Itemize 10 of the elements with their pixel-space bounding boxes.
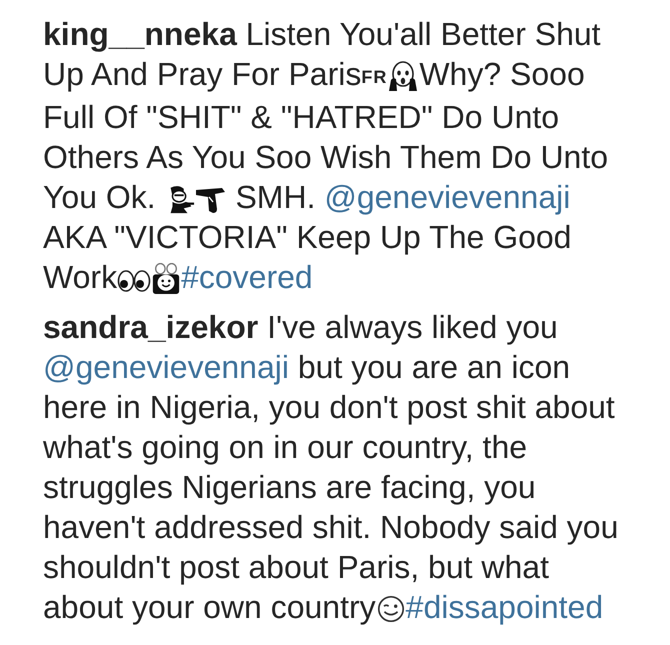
mention-link[interactable]: @genevievennaji (324, 179, 570, 215)
winking-face-icon (376, 593, 406, 625)
hashtag-link[interactable]: #covered (181, 259, 313, 295)
hashtag-link[interactable]: #dissapointed (406, 589, 604, 625)
creature-face-icon (151, 263, 182, 295)
username-link[interactable]: sandra_izekor (43, 309, 258, 345)
mention-link[interactable]: @genevievennaji (43, 349, 289, 385)
username-link[interactable]: king__nneka (43, 16, 237, 52)
comment-text: sandra_izekor I've always liked you @genevievennaji but you are an icon here in Nigeria, you don't post shit about what's going on in our country, the struggles Nigerians are facing, you haven't addressed shit. Nobody said you shouldn't post about Paris, but what about your own country #dissapointed (43, 308, 618, 627)
screaming-face-icon (387, 60, 420, 92)
